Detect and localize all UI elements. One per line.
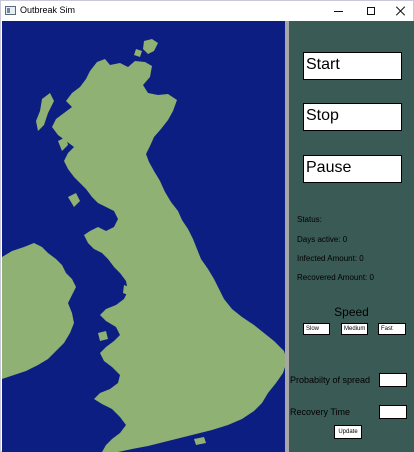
- stop-button[interactable]: Stop: [303, 103, 402, 131]
- island-mull: [68, 193, 80, 207]
- probability-label: Probabilty of spread: [290, 375, 371, 385]
- days-active-text: Days active: 0: [297, 235, 348, 244]
- ireland-landmass: [2, 243, 76, 379]
- maximize-icon: [367, 7, 375, 15]
- window-title: Outbreak Sim: [20, 5, 76, 15]
- status-label: Status:: [297, 215, 322, 224]
- app-icon: [5, 6, 16, 15]
- pause-button[interactable]: Pause: [303, 155, 402, 183]
- recovered-amount-text: Recovered Amount: 0: [297, 273, 374, 282]
- hebrides-islands: [36, 93, 54, 131]
- minimize-button[interactable]: [323, 1, 353, 21]
- orkney-islands: [143, 39, 158, 54]
- infected-amount-text: Infected Amount: 0: [297, 254, 364, 263]
- start-button[interactable]: Start: [303, 52, 402, 80]
- close-icon: [396, 6, 406, 16]
- anglesey-island: [98, 331, 108, 341]
- title-bar[interactable]: Outbreak Sim: [1, 1, 413, 21]
- app-window: Outbreak Sim Start Stop Pause Status: Da…: [0, 0, 414, 452]
- probability-input[interactable]: [379, 373, 407, 387]
- minimize-icon: [333, 10, 343, 12]
- speed-fast-button[interactable]: Fast: [378, 323, 406, 335]
- control-panel: Start Stop Pause Status: Days active: 0 …: [289, 21, 414, 452]
- speed-medium-button[interactable]: Medium: [341, 323, 368, 335]
- uk-map[interactable]: [2, 21, 287, 452]
- isle-of-wight: [194, 437, 206, 445]
- maximize-button[interactable]: [356, 1, 386, 21]
- great-britain-landmass: [52, 59, 287, 452]
- update-button[interactable]: Update: [334, 425, 362, 439]
- recovery-time-input[interactable]: [379, 405, 407, 419]
- speed-slow-button[interactable]: Slow: [303, 323, 330, 335]
- island-north-east: [134, 49, 142, 57]
- island-skye: [58, 137, 68, 151]
- recovery-time-label: Recovery Time: [290, 407, 351, 417]
- speed-heading: Speed: [334, 305, 369, 319]
- close-button[interactable]: [386, 1, 414, 21]
- uk-map-drawing: [2, 39, 287, 452]
